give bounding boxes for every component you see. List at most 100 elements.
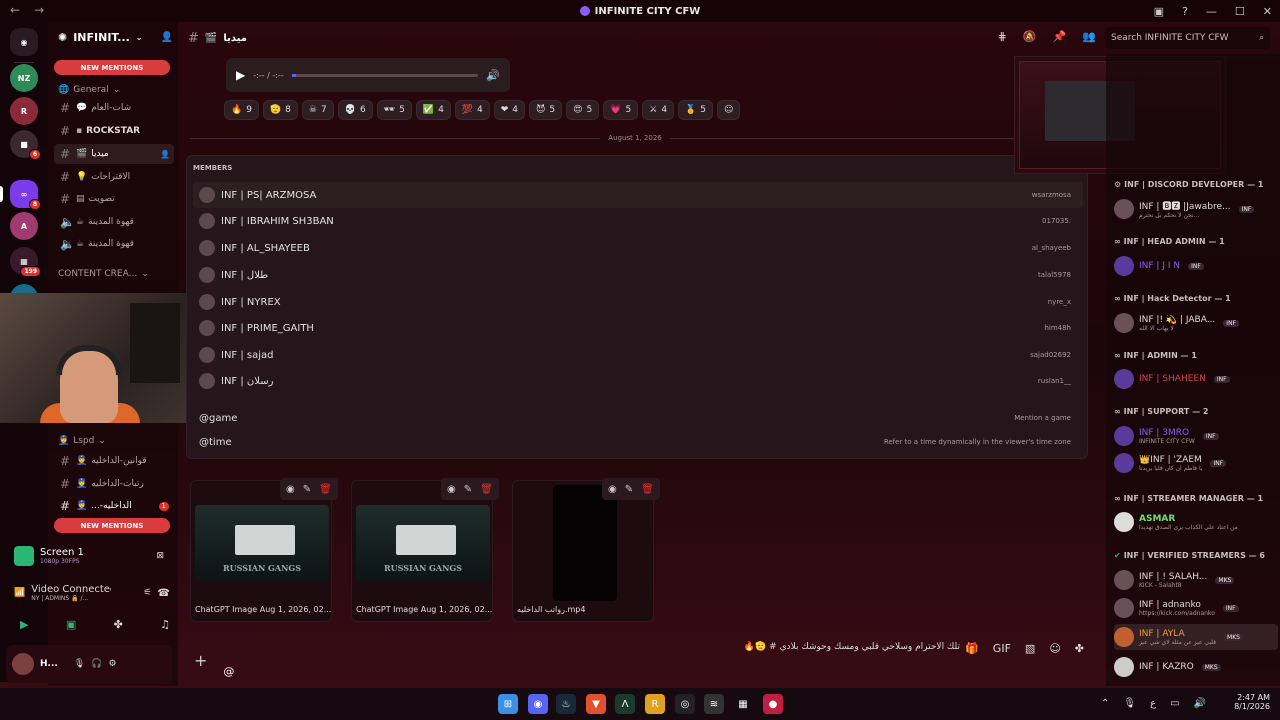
member-item[interactable]: INF | 3MRO INFINITE CITY CFW INF: [1114, 423, 1278, 449]
channel-item[interactable]: # 💬 شات-العام: [54, 98, 174, 118]
edit-icon[interactable]: ✎: [464, 484, 472, 495]
server-icon-nz[interactable]: NZ: [10, 64, 38, 92]
category-general[interactable]: 🌐 General ⌄: [58, 85, 120, 95]
member-item[interactable]: INF | SHAHEEN INF: [1114, 366, 1278, 392]
reaction[interactable]: ❤ 4: [493, 100, 526, 120]
start-icon[interactable]: ⊞: [498, 694, 518, 714]
play-icon[interactable]: ▶: [236, 68, 245, 82]
channel-item[interactable]: # 💡 الاقتراحات: [54, 167, 174, 187]
camera-icon[interactable]: ▶: [20, 618, 28, 631]
reaction[interactable]: ☠ 7: [301, 100, 334, 120]
delete-icon[interactable]: 🗑: [641, 484, 654, 495]
reaction[interactable]: 🏅 5: [678, 100, 713, 120]
emoji-icon[interactable]: ☺: [1049, 642, 1060, 655]
reaction[interactable]: 💗 5: [603, 100, 639, 120]
reaction[interactable]: 🔥 9: [224, 100, 259, 120]
server-icon-5[interactable]: A: [10, 212, 38, 240]
clock[interactable]: 2:47 AM 8/1/2026: [1234, 693, 1270, 711]
reaction[interactable]: ⚔ 4: [642, 100, 675, 120]
mute-icon[interactable]: 🔕: [1023, 30, 1037, 43]
member-item[interactable]: ASMAR من اعتاد على الكذاب يرى الصدق تهديد…: [1114, 509, 1278, 535]
minimize-icon[interactable]: —: [1206, 5, 1217, 18]
attachment-card[interactable]: RUSSIAN GANGS ChatGPT Image Aug 1, 2026,…: [351, 480, 493, 622]
edit-icon[interactable]: ✎: [303, 484, 311, 495]
member-item[interactable]: INF |! 💫 | JABA... لا يهاب الا الله INF: [1114, 310, 1278, 336]
server-icon-3[interactable]: ■ 6: [10, 130, 41, 160]
reaction[interactable]: 😍 5: [566, 100, 600, 120]
maximize-icon[interactable]: ☐: [1235, 5, 1245, 18]
server-icon-infinite[interactable]: ∞ 8: [10, 180, 41, 210]
reaction[interactable]: 🕶 5: [376, 100, 412, 120]
volume-icon[interactable]: 🔊: [486, 69, 500, 82]
obs-icon[interactable]: ●: [763, 694, 783, 714]
chrome-icon[interactable]: ◎: [675, 694, 695, 714]
rockstar-launcher-icon[interactable]: R: [645, 694, 665, 714]
server-header[interactable]: ✺ INFINIT... ⌄ 👤: [48, 22, 178, 52]
member-option[interactable]: INF | PS| ARZMOSA wsarzmosa: [193, 182, 1083, 208]
search-input[interactable]: Search INFINITE CITY CFW ⌕: [1105, 27, 1270, 49]
member-item[interactable]: INF | adnanko https://kick.com/adnanko INF: [1114, 595, 1278, 621]
settings-gear-icon[interactable]: ⚙: [108, 659, 116, 669]
member-option[interactable]: INF | رسلان ruslan1__: [193, 368, 1083, 394]
delete-icon[interactable]: 🗑: [319, 484, 332, 495]
member-item[interactable]: INF | ! SALAH... KICK - Salaht8 MKS: [1114, 567, 1278, 593]
category-content[interactable]: CONTENT CREA... ⌄: [58, 269, 149, 279]
member-option[interactable]: INF | sajad sajad02692: [193, 342, 1083, 368]
app-icon-2[interactable]: ≋: [704, 694, 724, 714]
channel-item[interactable]: # ▤ تصويت: [54, 189, 174, 209]
message-input[interactable]: @: [223, 665, 234, 678]
member-item[interactable]: INF | J I N INF: [1114, 253, 1278, 279]
inbox-icon[interactable]: ▣: [1154, 5, 1164, 18]
attachment-card[interactable]: RUSSIAN GANGS ChatGPT Image Aug 1, 2026,…: [190, 480, 332, 622]
threads-icon[interactable]: ⋕: [998, 30, 1007, 43]
app-icon[interactable]: Λ: [615, 694, 635, 714]
gif-icon[interactable]: GIF: [993, 642, 1011, 655]
view-icon[interactable]: ◉: [447, 484, 456, 495]
discord-home-icon[interactable]: ◉: [10, 28, 38, 56]
member-option[interactable]: INF | NYREX nyre_x: [193, 289, 1083, 315]
help-icon[interactable]: ?: [1182, 5, 1188, 18]
disconnect-icon[interactable]: ☎: [158, 588, 170, 599]
reaction[interactable]: 💯 4: [454, 100, 490, 120]
headphones-toggle-icon[interactable]: 🎧: [91, 659, 102, 669]
share-screen-icon[interactable]: ▣: [66, 618, 76, 631]
noise-suppression-icon[interactable]: ⚟: [143, 588, 151, 598]
volume-tray-icon[interactable]: 🔊: [1194, 698, 1206, 709]
reaction[interactable]: 😈 5: [529, 100, 563, 120]
view-icon[interactable]: ◉: [286, 484, 295, 495]
channel-item[interactable]: # 👮 قوانين-الداخليه: [54, 451, 174, 471]
server-icon-6[interactable]: ▦ 199: [10, 247, 41, 277]
delete-icon[interactable]: 🗑: [480, 484, 493, 495]
mic-tray-icon[interactable]: 🎙: [1123, 698, 1136, 709]
reaction[interactable]: ✅ 4: [415, 100, 451, 120]
command-option[interactable]: @game Mention a game: [193, 407, 1083, 429]
reaction[interactable]: 💀 6: [337, 100, 373, 120]
steam-icon[interactable]: ♨: [556, 694, 576, 714]
member-item[interactable]: 👑INF | 'ZÄEM يا فاطم ان كان قلبا يريدنا IN…: [1114, 450, 1278, 476]
channel-item[interactable]: # 👮 رتبات-الداخليه: [54, 474, 174, 494]
command-option[interactable]: @time Refer to a time dynamically in the …: [193, 431, 1083, 453]
channel-item[interactable]: # 👮 ...-الداخليه 1: [54, 496, 174, 516]
add-member-icon[interactable]: 👤: [160, 150, 170, 159]
add-attachment-icon[interactable]: +: [194, 651, 207, 670]
avatar[interactable]: [12, 653, 34, 675]
view-icon[interactable]: ◉: [608, 484, 617, 495]
members-icon[interactable]: 👥: [1082, 30, 1096, 43]
member-item[interactable]: INF | AYLA قلبي عيز عن مثله لاي شي عيز MKS: [1114, 624, 1278, 650]
member-option[interactable]: INF | AL_SHAYEEB al_shayeeb: [193, 235, 1083, 261]
new-mentions-pill[interactable]: NEW MENTIONS: [54, 518, 170, 533]
soundboard-icon[interactable]: ♫: [160, 618, 170, 631]
voice-channel-item[interactable]: 🔈 ☕ قهوة المدينة: [54, 212, 174, 232]
member-option[interactable]: INF | IBRAHIM SH3BAN 017035.: [193, 208, 1083, 234]
apps-icon[interactable]: ✤: [1075, 642, 1084, 655]
tray-up-icon[interactable]: ⌃: [1101, 698, 1109, 709]
member-item[interactable]: INF | KAZRO MKS: [1114, 654, 1278, 680]
brave-icon[interactable]: ▼: [586, 694, 606, 714]
member-item[interactable]: INF | 🅱🆉 |Jawabre... نحن لا نحكم بل نحترم…: [1114, 196, 1278, 222]
category-lspd[interactable]: 👮 Lspd ⌄: [58, 436, 106, 446]
reaction[interactable]: 🫡 8: [262, 100, 298, 120]
attachment-card[interactable]: رواتب الداخليه.mp4: [512, 480, 654, 622]
edit-icon[interactable]: ✎: [625, 484, 633, 495]
discord-taskbar-icon[interactable]: ◉: [528, 694, 548, 714]
activities-icon[interactable]: ✤: [114, 618, 123, 631]
